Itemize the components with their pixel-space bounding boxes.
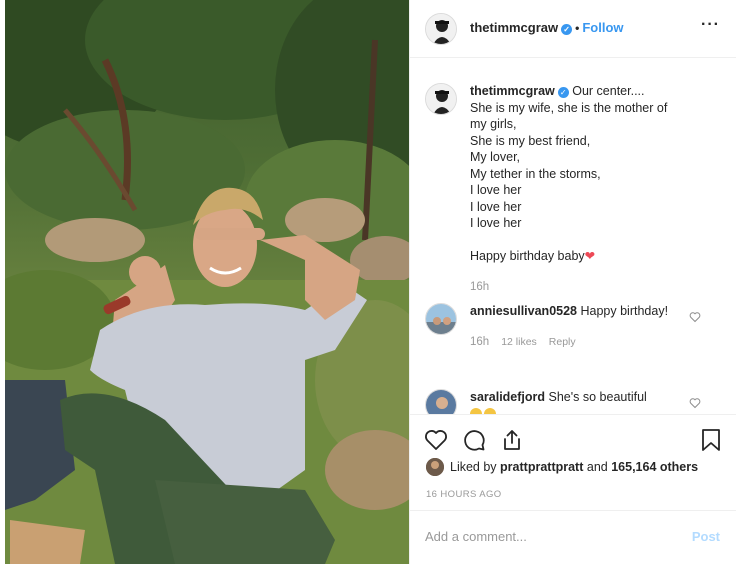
liked-prefix: Liked by xyxy=(450,460,497,474)
comment-username[interactable]: saralidefjord xyxy=(470,390,545,404)
heart-icon[interactable] xyxy=(424,428,448,452)
comment-like-icon[interactable] xyxy=(689,397,701,409)
likes-count[interactable]: 165,164 others xyxy=(611,460,698,474)
caption-avatar[interactable] xyxy=(425,83,457,115)
caption-line: I love her xyxy=(470,216,522,230)
author-line: thetimmcgraw ✓ • Follow xyxy=(470,20,624,35)
caption-line xyxy=(470,232,685,249)
caption-line: I love her xyxy=(470,183,522,197)
caption-line: She is my best friend, xyxy=(470,133,591,148)
more-options-icon[interactable]: ··· xyxy=(701,16,720,34)
comment-icon[interactable] xyxy=(462,428,486,452)
share-icon[interactable] xyxy=(500,428,524,452)
caption-age[interactable]: 16h xyxy=(470,281,489,293)
comment-meta: 16h 12 likes Reply xyxy=(470,334,685,351)
post-header: thetimmcgraw ✓ • Follow ··· xyxy=(410,0,736,58)
commenter-avatar[interactable] xyxy=(425,303,457,335)
comment-likes[interactable]: 12 likes xyxy=(501,336,537,348)
commenter-avatar[interactable] xyxy=(425,389,457,414)
bookmark-icon[interactable] xyxy=(700,428,722,452)
heart-emoji: ❤ xyxy=(584,249,596,263)
author-avatar[interactable] xyxy=(425,13,457,45)
comment-username[interactable]: anniesullivan0528 xyxy=(470,304,577,318)
comment-like-icon[interactable] xyxy=(689,311,701,323)
liked-joiner: and xyxy=(586,460,608,474)
caption-line: She is my wife, she is the mother of xyxy=(470,100,668,115)
verified-badge-icon: ✓ xyxy=(561,24,573,35)
caption-meta: 16h xyxy=(470,279,685,296)
caption-line: My tether in the storms, xyxy=(470,166,601,181)
comment-text: Happy birthday! xyxy=(580,304,669,318)
caption-username[interactable]: thetimmcgraw xyxy=(470,84,555,98)
caption-line: I love her xyxy=(470,199,522,214)
comment-text: She's so beautiful xyxy=(548,390,647,404)
liked-user[interactable]: prattprattpratt xyxy=(500,460,583,474)
comment-age[interactable]: 16h xyxy=(470,336,489,348)
separator-dot: • xyxy=(575,21,580,35)
caption-line: my girls, xyxy=(470,117,517,131)
comments-list[interactable]: thetimmcgraw ✓ Our center.... She is my w… xyxy=(410,59,736,414)
follow-button[interactable]: Follow xyxy=(582,20,623,35)
post-photo[interactable] xyxy=(5,0,409,564)
reply-button[interactable]: Reply xyxy=(549,336,576,348)
post-sidebar: thetimmcgraw ✓ • Follow ··· thetimmcgraw ✓ O… xyxy=(409,0,736,564)
comment-body: saralidefjord She's so beautiful xyxy=(470,389,685,414)
comment-input[interactable] xyxy=(425,529,675,544)
add-comment-bar: Post xyxy=(410,510,736,564)
photo-scene xyxy=(5,0,409,564)
author-username[interactable]: thetimmcgraw xyxy=(470,20,558,35)
caption-line: Our center.... xyxy=(572,84,645,98)
verified-badge-icon: ✓ xyxy=(557,87,569,98)
liker-avatar[interactable] xyxy=(426,458,444,476)
post-timestamp[interactable]: 16 HOURS AGO xyxy=(426,489,502,500)
caption-body: thetimmcgraw ✓ Our center.... She is my w… xyxy=(470,83,685,295)
liked-by-line: Liked by prattprattpratt and 165,164 oth… xyxy=(426,458,698,476)
caption-line: Happy birthday baby xyxy=(470,249,585,263)
caption-line: My lover, xyxy=(470,150,521,164)
post-button[interactable]: Post xyxy=(692,529,720,544)
comment-body: anniesullivan0528 Happy birthday! 16h 12 … xyxy=(470,303,685,350)
